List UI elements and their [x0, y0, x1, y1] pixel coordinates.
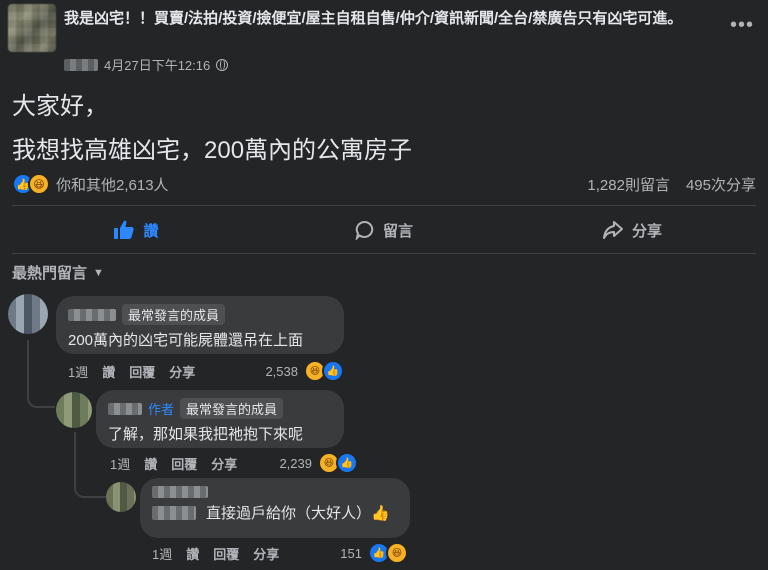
thumbs-up-icon [114, 220, 135, 239]
comment-reactions[interactable]: 2,538 😆 👍 [265, 360, 344, 382]
post-card: 我是凶宅！！買賣/法拍/投資/撿便宜/屋主自租自售/仲介/資訊新聞/全台/禁廣告… [0, 0, 768, 570]
comment-reaction-count: 2,538 [265, 363, 298, 379]
comment-reactions[interactable]: 151 👍 😆 [340, 542, 408, 564]
comment-bubble-icon [355, 220, 374, 240]
commenter-avatar[interactable] [8, 294, 48, 334]
reactions-count[interactable]: 你和其他2,613人 [56, 174, 169, 195]
like-button[interactable]: 讚 [12, 208, 260, 252]
comment-share-button[interactable]: 分享 [211, 454, 237, 473]
comment-reply-button[interactable]: 回覆 [129, 362, 155, 381]
blurred-author-name[interactable] [64, 58, 98, 71]
shares-count[interactable]: 495次分享 [686, 174, 756, 195]
blurred-commenter-name[interactable] [68, 308, 116, 321]
comment-time[interactable]: 1週 [110, 454, 130, 473]
share-arrow-icon [602, 221, 623, 239]
like-reaction-icon: 👍 [336, 452, 358, 474]
haha-reaction-icon: 😆 [386, 542, 408, 564]
more-options-icon[interactable]: ••• [730, 14, 754, 37]
commenter-avatar[interactable] [106, 482, 136, 512]
comment-bubble: 作者 最常發言的成員 了解，那如果我把祂抱下來呢 [96, 390, 344, 448]
comment-share-button[interactable]: 分享 [253, 544, 279, 563]
post-stats: 1,282則留言 495次分享 [587, 174, 756, 195]
comment-like-button[interactable]: 讚 [144, 454, 157, 473]
comment-like-button[interactable]: 讚 [102, 362, 115, 381]
group-avatar[interactable] [8, 4, 56, 52]
comment-actions: 1週 讚 回覆 分享 2,538 😆 👍 [68, 360, 344, 382]
blurred-commenter-name[interactable] [108, 402, 142, 415]
blurred-commenter-name[interactable] [152, 486, 208, 498]
divider [12, 205, 756, 206]
post-text-line-1: 大家好， [12, 93, 108, 120]
comment-sort-dropdown[interactable]: 最熱門留言 ▼ [12, 262, 104, 283]
chevron-down-icon: ▼ [93, 266, 104, 279]
comment-time[interactable]: 1週 [152, 544, 172, 563]
comment-bubble: 最常發言的成員 200萬內的凶宅可能屍體還吊在上面 [56, 296, 344, 354]
comment-reply-button[interactable]: 回覆 [213, 544, 239, 563]
comment-button[interactable]: 留言 [260, 208, 508, 252]
commenter-avatar[interactable] [56, 392, 92, 428]
group-name-link[interactable]: 我是凶宅！！買賣/法拍/投資/撿便宜/屋主自租自售/仲介/資訊新聞/全台/禁廣告… [64, 8, 704, 30]
comment-like-button[interactable]: 讚 [186, 544, 199, 563]
post-meta: 4月27日下午12:16 [64, 55, 229, 74]
member-badge[interactable]: 最常發言的成員 [122, 304, 226, 325]
member-badge[interactable]: 最常發言的成員 [180, 398, 284, 419]
share-button[interactable]: 分享 [508, 208, 756, 252]
reactions-row: 👍 😆 你和其他2,613人 1,282則留言 495次分享 [12, 172, 756, 196]
comment-actions: 1週 讚 回覆 分享 2,239 😆 👍 [110, 452, 358, 474]
share-label: 分享 [631, 222, 662, 240]
haha-reaction-icon[interactable]: 😆 [28, 173, 50, 195]
comment-actions: 1週 讚 回覆 分享 151 👍 😆 [152, 542, 408, 564]
comment-text: 200萬內的凶宅可能屍體還吊在上面 [68, 332, 304, 349]
comment-share-button[interactable]: 分享 [169, 362, 195, 381]
post-text-line-2: 我想找高雄凶宅，200萬內的公寓房子 [12, 137, 413, 164]
comment-reply-button[interactable]: 回覆 [171, 454, 197, 473]
comment-reactions[interactable]: 2,239 😆 👍 [279, 452, 358, 474]
blurred-mention[interactable] [152, 505, 196, 520]
action-bar: 讚 留言 分享 [12, 208, 756, 252]
globe-icon [216, 58, 229, 71]
post-timestamp[interactable]: 4月27日下午12:16 [104, 55, 210, 74]
comment-text: 直接過戶給你（大好人）👍 [206, 505, 390, 522]
like-reaction-icon: 👍 [322, 360, 344, 382]
comment-label: 留言 [382, 222, 413, 240]
comment-time[interactable]: 1週 [68, 362, 88, 381]
comment-bubble: 直接過戶給你（大好人）👍 [140, 478, 410, 538]
reply-thread-line [27, 340, 55, 408]
comments-count[interactable]: 1,282則留言 [587, 174, 670, 195]
like-label: 讚 [143, 222, 159, 240]
author-tag: 作者 [148, 402, 175, 417]
sort-label: 最熱門留言 [12, 265, 88, 282]
comment-reaction-count: 151 [340, 545, 362, 561]
divider [12, 253, 756, 254]
comment-text: 了解，那如果我把祂抱下來呢 [108, 426, 304, 443]
comment-reaction-count: 2,239 [279, 455, 312, 471]
